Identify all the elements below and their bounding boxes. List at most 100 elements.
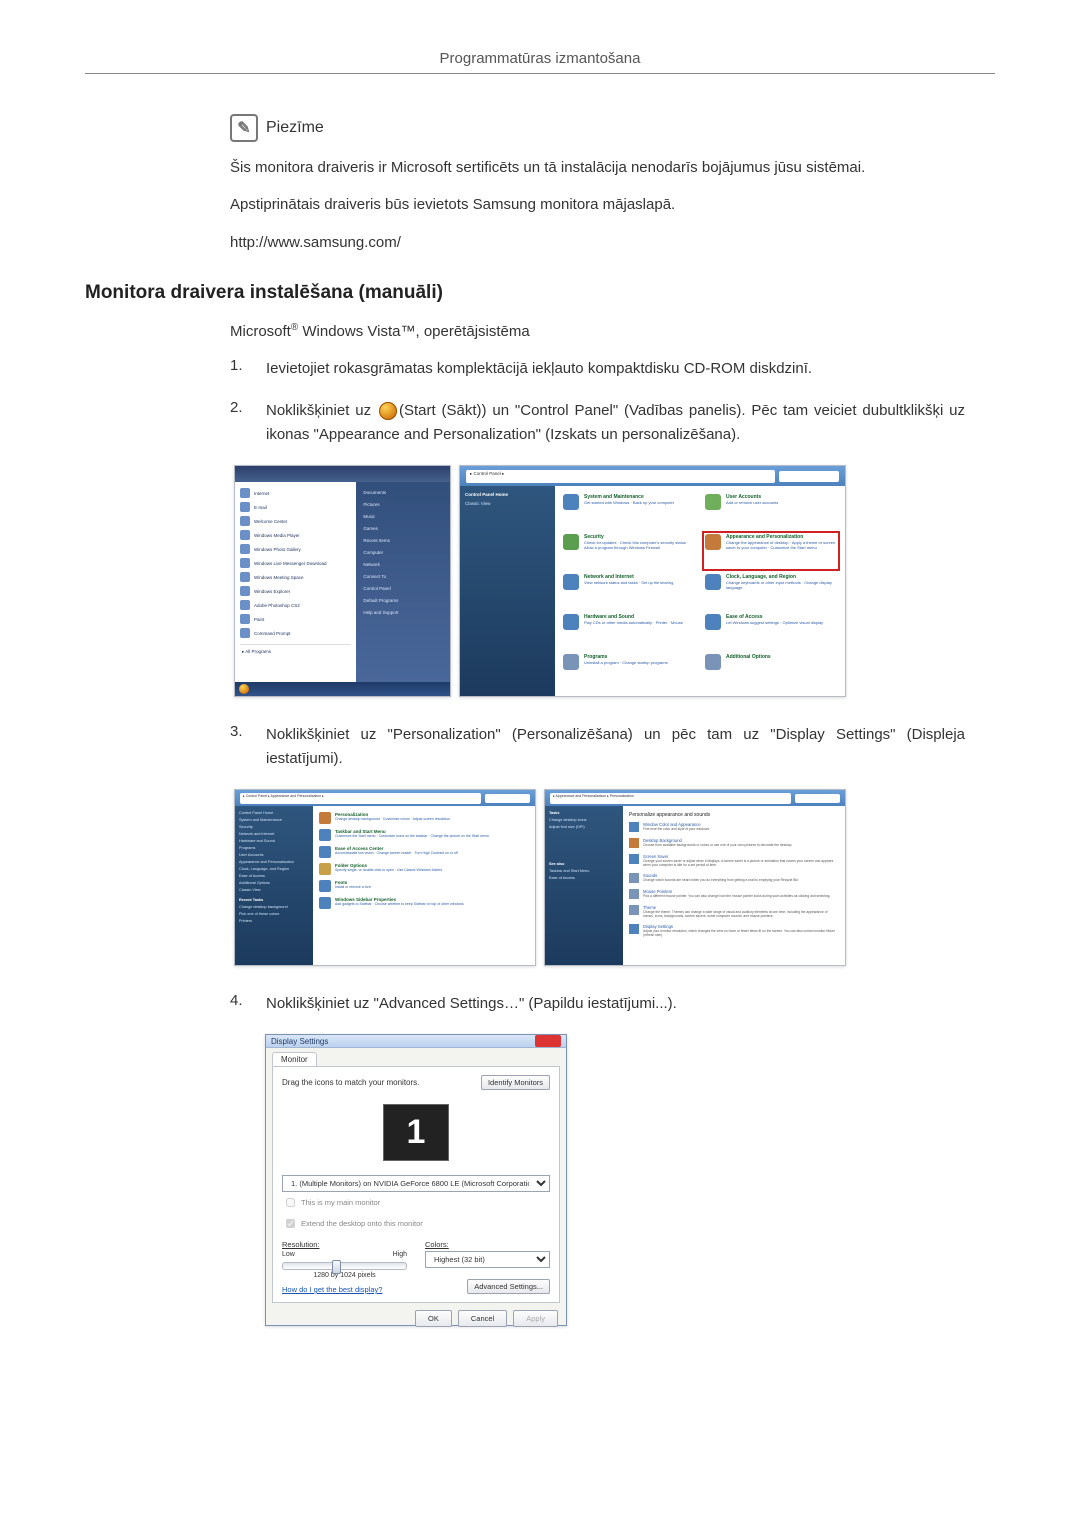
start-menu-right-item[interactable]: Default Programs (361, 594, 445, 606)
ap-category[interactable]: Taskbar and Start MenuCustomize the Star… (319, 829, 529, 841)
start-menu-right-item[interactable]: Games (361, 522, 445, 534)
start-menu-right-item[interactable]: Computer (361, 546, 445, 558)
window-titlebar: Display Settings (266, 1035, 566, 1048)
start-menu-right-item[interactable]: Recent Items (361, 534, 445, 546)
sidebar-item[interactable]: Ease of Access (239, 874, 309, 878)
sidebar-item[interactable]: Appearance and Personalization (239, 860, 309, 864)
sidebar-item[interactable]: Classic View (239, 888, 309, 892)
start-menu-item[interactable]: Internet (240, 486, 351, 500)
personalization-item[interactable]: Desktop BackgroundChoose from available … (629, 838, 839, 848)
cp-category[interactable]: User AccountsAdd or remove user accounts (705, 494, 837, 528)
see-also-item[interactable]: Taskbar and Start Menu (549, 869, 619, 873)
start-menu-right-item[interactable]: Help and Support (361, 606, 445, 618)
address-bar[interactable]: ▸ Control Panel ▸ (466, 470, 775, 483)
cp-category[interactable]: Hardware and SoundPlay CDs or other medi… (563, 614, 695, 648)
colors-select[interactable]: Highest (32 bit) (425, 1251, 550, 1268)
sidebar-item[interactable]: Security (239, 825, 309, 829)
page-header: Programmatūras izmantošana (85, 50, 995, 74)
sidebar-item[interactable]: Programs (239, 846, 309, 850)
category-icon (705, 574, 721, 590)
start-orb-icon (239, 684, 249, 694)
start-menu-item[interactable]: Windows Media Player (240, 528, 351, 542)
personalization-item[interactable]: SoundsChange which sounds are heard when… (629, 873, 839, 883)
start-menu-right-item[interactable]: Documents (361, 486, 445, 498)
recent-task[interactable]: Pick one of these colors (239, 912, 309, 916)
note-url: http://www.samsung.com/ (230, 231, 965, 254)
ap-category[interactable]: PersonalizationChange desktop background… (319, 812, 529, 824)
all-programs[interactable]: ▸ All Programs (240, 644, 351, 659)
sidebar-item[interactable]: Hardware and Sound (239, 839, 309, 843)
sidebar-item[interactable]: Control Panel Home (465, 492, 550, 497)
sidebar-item[interactable]: Control Panel Home (239, 811, 309, 815)
personalization-item[interactable]: Screen SaverChange your screen saver or … (629, 854, 839, 867)
search-input[interactable] (795, 794, 840, 803)
cp-category[interactable]: Clock, Language, and RegionChange keyboa… (705, 574, 837, 608)
close-icon[interactable] (535, 1035, 561, 1047)
personalization-item[interactable]: ThemeChange the theme. Themes can change… (629, 905, 839, 918)
cp-category[interactable]: Network and InternetView network status … (563, 574, 695, 608)
sidebar-item[interactable]: System and Maintenance (239, 818, 309, 822)
start-menu-item[interactable]: Windows Live Messenger Download (240, 556, 351, 570)
personalization-panel-screenshot: ▸ Appearance and Personalization ▸ Perso… (544, 789, 846, 966)
cp-category[interactable]: Ease of AccessLet Windows suggest settin… (705, 614, 837, 648)
tab-monitor[interactable]: Monitor (272, 1052, 317, 1066)
search-input[interactable] (485, 794, 530, 803)
ok-button[interactable]: OK (415, 1310, 452, 1327)
start-menu-item[interactable]: Adobe Photoshop CS2 (240, 598, 351, 612)
monitor-select[interactable]: 1. (Multiple Monitors) on NVIDIA GeForce… (282, 1175, 550, 1192)
sidebar-item[interactable]: Change desktop icons (549, 818, 619, 822)
sidebar-item[interactable]: Additional Options (239, 881, 309, 885)
personalization-item[interactable]: Mouse PointersPick a different mouse poi… (629, 889, 839, 899)
recent-task[interactable]: Printers (239, 919, 309, 923)
personalization-item[interactable]: Window Color and AppearanceFine tune the… (629, 822, 839, 832)
cp-category[interactable]: Additional Options (705, 654, 837, 688)
start-menu-item[interactable]: Paint (240, 612, 351, 626)
start-menu-right-item[interactable]: Pictures (361, 498, 445, 510)
cp-category[interactable]: Appearance and PersonalizationChange the… (705, 534, 837, 568)
help-link[interactable]: How do I get the best display? (282, 1285, 382, 1294)
resolution-slider[interactable] (282, 1262, 407, 1270)
see-also-item[interactable]: Ease of Access (549, 876, 619, 880)
search-input[interactable] (779, 471, 839, 482)
category-icon (705, 654, 721, 670)
address-bar[interactable]: ▸ Control Panel ▸ Appearance and Persona… (240, 793, 481, 804)
start-menu-item[interactable]: Windows Meeting Space (240, 570, 351, 584)
start-menu-item[interactable]: E-mail (240, 500, 351, 514)
main-monitor-checkbox: This is my main monitor (282, 1195, 550, 1210)
identify-monitors-button[interactable]: Identify Monitors (481, 1075, 550, 1090)
note-paragraph: Šis monitora draiveris ir Microsoft sert… (230, 156, 965, 179)
advanced-settings-button[interactable]: Advanced Settings... (467, 1279, 550, 1294)
monitor-thumbnail[interactable]: 1 (383, 1104, 449, 1161)
cancel-button[interactable]: Cancel (458, 1310, 507, 1327)
cp-category[interactable]: SecurityCheck for updates · Check this c… (563, 534, 695, 568)
cp-category[interactable]: ProgramsUninstall a program · Change sta… (563, 654, 695, 688)
start-menu-right-item[interactable]: Music (361, 510, 445, 522)
start-menu-right-item[interactable]: Network (361, 558, 445, 570)
start-menu-item[interactable]: Welcome Center (240, 514, 351, 528)
recent-task[interactable]: Change desktop background (239, 905, 309, 909)
step-text: Noklikšķiniet uz "Personalization" (Pers… (266, 723, 965, 771)
sidebar-item[interactable]: User Accounts (239, 853, 309, 857)
start-menu-item[interactable]: Command Prompt (240, 626, 351, 640)
sidebar-item[interactable]: Adjust font size (DPI) (549, 825, 619, 829)
personalization-item[interactable]: Display SettingsAdjust your monitor reso… (629, 924, 839, 937)
start-menu-item[interactable]: Windows Explorer (240, 584, 351, 598)
ap-category[interactable]: Ease of Access CenterAccommodate low vis… (319, 846, 529, 858)
category-icon (319, 880, 331, 892)
cp-category[interactable]: System and MaintenanceGet started with W… (563, 494, 695, 528)
step-number: 4. (230, 992, 266, 1016)
sidebar-item[interactable]: Classic View (465, 501, 550, 506)
sidebar-item[interactable]: Network and Internet (239, 832, 309, 836)
ap-category[interactable]: Windows Sidebar PropertiesAdd gadgets to… (319, 897, 529, 909)
ap-category[interactable]: Folder OptionsSpecify single- or double-… (319, 863, 529, 875)
os-suffix: , operētājsistēma (415, 323, 529, 340)
checkbox-label: This is my main monitor (301, 1198, 380, 1207)
appearance-panel-screenshot: ▸ Control Panel ▸ Appearance and Persona… (234, 789, 536, 966)
ap-category[interactable]: FontsInstall or remove a font (319, 880, 529, 892)
app-icon (240, 614, 250, 624)
sidebar-item[interactable]: Clock, Language, and Region (239, 867, 309, 871)
start-menu-item[interactable]: Windows Photo Gallery (240, 542, 351, 556)
address-bar[interactable]: ▸ Appearance and Personalization ▸ Perso… (550, 793, 791, 804)
start-menu-right-item[interactable]: Connect To (361, 570, 445, 582)
start-menu-right-item[interactable]: Control Panel (361, 582, 445, 594)
